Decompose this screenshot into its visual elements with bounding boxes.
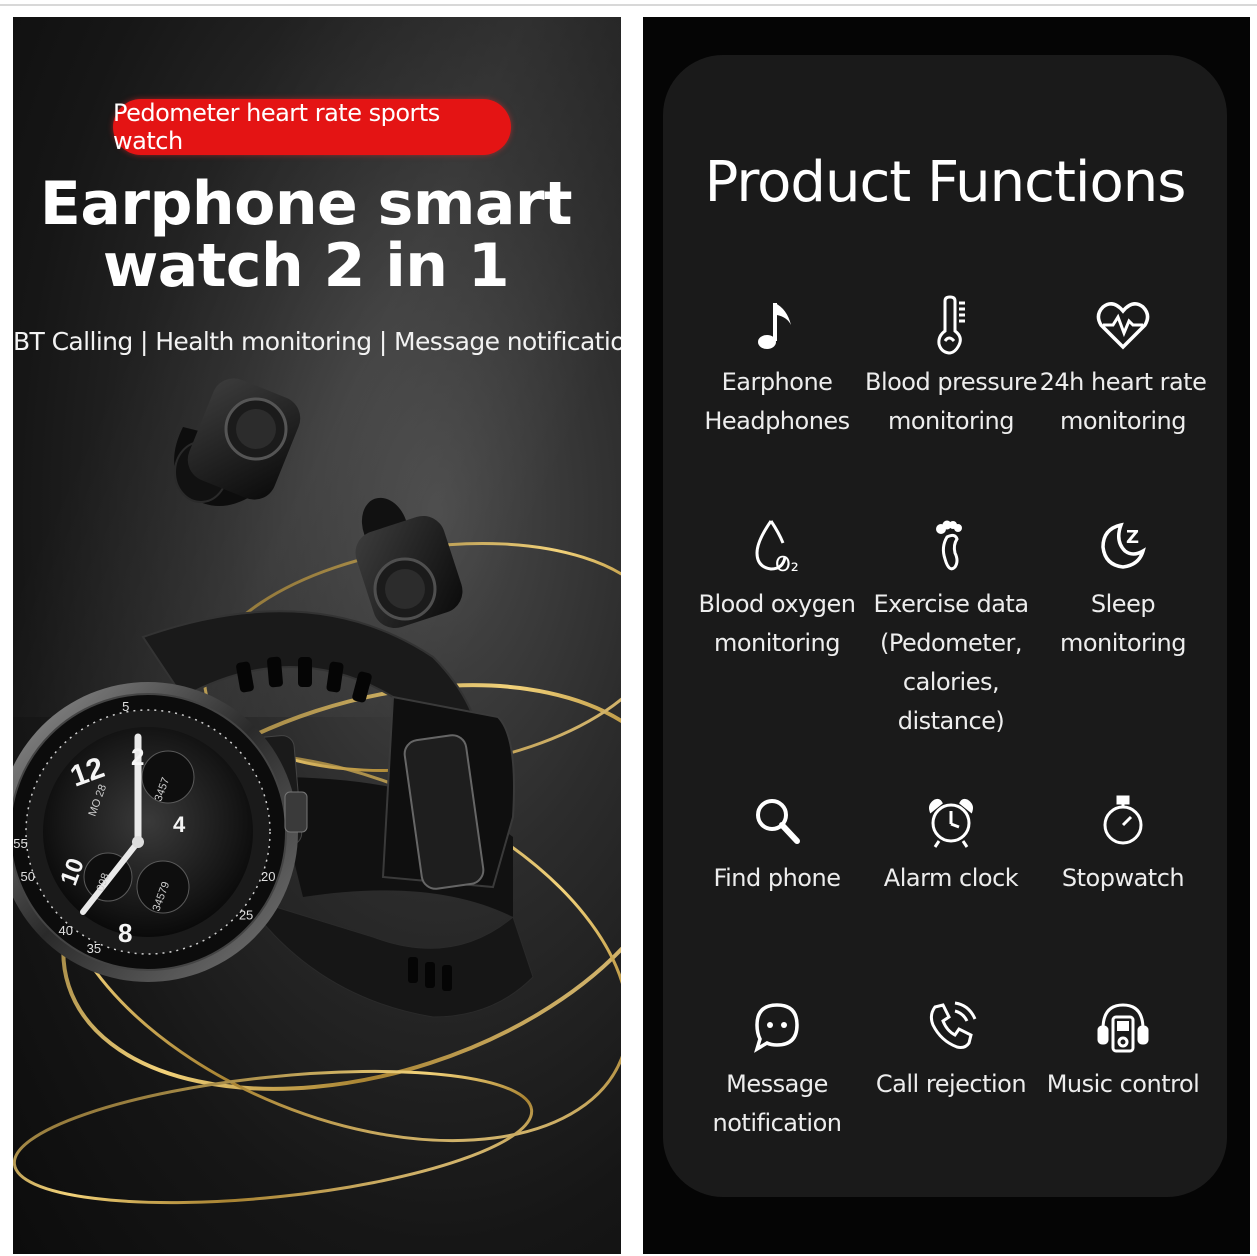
function-call-rejection: Call rejection — [857, 997, 1045, 1104]
bezel-numeral: 25 — [239, 907, 253, 922]
thermometer-icon — [937, 295, 965, 355]
footprint-icon — [936, 520, 962, 571]
watch-face-4: 4 — [173, 812, 186, 837]
alarm-clock-icon — [929, 798, 973, 848]
bezel-numeral: 50 — [20, 869, 34, 884]
function-label: Sleep — [1090, 590, 1156, 618]
function-label: (Pedometer, — [880, 629, 1022, 657]
function-blood-pressure: Blood pressure monitoring — [857, 295, 1045, 441]
earbud-right — [355, 497, 463, 629]
feature-summary: BT Calling | Health monitoring | Message… — [13, 327, 621, 356]
phone-call-icon — [929, 1001, 977, 1049]
function-exercise-data: Exercise data (Pedometer, calories, dist… — [857, 517, 1045, 741]
music-player-icon — [1097, 1003, 1149, 1053]
function-earphone: Earphone Headphones — [683, 295, 871, 441]
bezel-numeral: 5 — [122, 699, 129, 714]
function-label: Alarm clock — [883, 864, 1019, 892]
function-label: Call rejection — [875, 1070, 1027, 1098]
magnifier-icon — [756, 799, 800, 844]
function-label: monitoring — [887, 407, 1015, 435]
watch-face-2: 2 — [131, 744, 144, 771]
headline-line-2: watch 2 in 1 — [102, 231, 510, 301]
function-heart-rate: 24h heart rate monitoring — [1029, 295, 1217, 441]
function-label: Blood oxygen — [698, 590, 856, 618]
moon-icon: Z — [1101, 522, 1146, 569]
watch-face-8: 8 — [118, 918, 132, 948]
function-label: Find phone — [713, 864, 841, 892]
stopwatch-icon — [1103, 795, 1143, 845]
function-sleep: Z Sleep monitoring — [1029, 517, 1217, 663]
function-label: Message — [726, 1070, 828, 1098]
function-label: monitoring — [1059, 629, 1187, 657]
earbud-left — [174, 378, 301, 506]
function-label: 24h heart rate — [1039, 368, 1207, 396]
functions-title: Product Functions — [704, 150, 1187, 215]
function-label: Blood pressure — [864, 368, 1038, 396]
function-blood-oxygen: O₂ Blood oxygen monitoring — [683, 517, 871, 663]
bezel-numeral: 40 — [58, 923, 72, 938]
function-label: notification — [712, 1109, 842, 1137]
category-badge: Pedometer heart rate sports watch — [113, 99, 511, 155]
function-message: Message notification — [683, 997, 871, 1143]
function-label: monitoring — [713, 629, 841, 657]
function-label: monitoring — [1059, 407, 1187, 435]
bezel-numeral: 20 — [261, 869, 275, 884]
function-label: calories, distance) — [897, 668, 1005, 735]
function-alarm-clock: Alarm clock — [857, 791, 1045, 898]
function-music-control: Music control — [1029, 997, 1217, 1104]
product-hero-panel: 12 2 4 8 10 MO 28 3457 098 34579 5 20 25 40… — [13, 17, 621, 1254]
oxygen-symbol: O₂ — [775, 552, 799, 576]
sleep-symbol: Z — [1126, 527, 1139, 548]
bezel-numeral: 35 — [87, 941, 101, 956]
hero-headline: Earphone smart watch 2 in 1 — [13, 173, 599, 297]
oxygen-drop-icon: O₂ — [755, 520, 799, 576]
headline-line-1: Earphone smart — [39, 169, 573, 239]
function-label: Stopwatch — [1061, 864, 1185, 892]
function-label: Headphones — [704, 407, 850, 435]
function-stopwatch: Stopwatch — [1029, 791, 1217, 898]
top-border — [0, 4, 1257, 6]
function-find-phone: Find phone — [683, 791, 871, 898]
music-note-icon — [758, 303, 791, 349]
chat-bubble-icon — [754, 1003, 799, 1053]
function-label: Music control — [1046, 1070, 1200, 1098]
watch-head: 12 2 4 8 10 MO 28 3457 098 34579 — [13, 682, 308, 982]
product-functions-panel: Product Functions Earphone Headphones Bl… — [643, 17, 1250, 1254]
bezel-numeral: 55 — [13, 836, 27, 851]
functions-card: Product Functions Earphone Headphones Bl… — [663, 55, 1227, 1197]
function-label: Earphone — [721, 368, 833, 396]
function-label: Exercise data — [873, 590, 1029, 618]
heart-pulse-icon — [1096, 302, 1150, 350]
